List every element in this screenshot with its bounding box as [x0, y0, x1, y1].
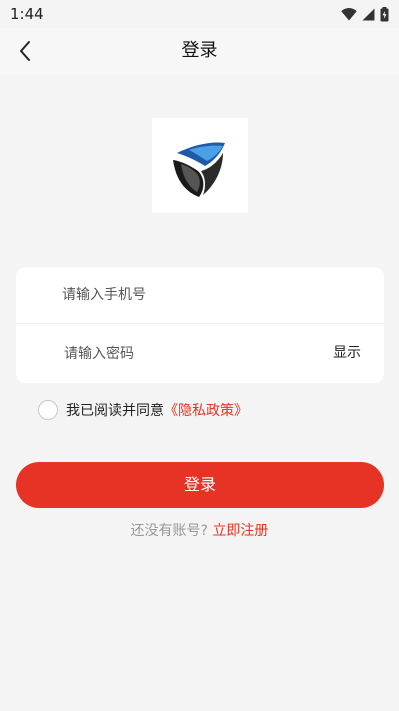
battery-icon	[380, 6, 389, 21]
agreement-row: 我已阅读并同意 《隐私政策》	[38, 399, 248, 421]
login-form: 显示	[16, 267, 384, 383]
password-row: 显示	[16, 325, 384, 382]
status-time: 1:44	[10, 5, 44, 23]
page-title: 登录	[181, 40, 218, 61]
agreement-checkbox[interactable]	[38, 400, 58, 420]
agreement-text: 我已阅读并同意	[66, 403, 164, 419]
phone-row	[16, 267, 384, 324]
shield-logo	[173, 141, 225, 197]
phone-input[interactable]	[62, 280, 352, 310]
password-input[interactable]	[64, 338, 314, 369]
register-question: 还没有账号?	[130, 523, 208, 539]
login-button[interactable]: 登录	[16, 462, 384, 508]
status-bar: 1:44	[0, 0, 399, 28]
privacy-policy-link[interactable]: 《隐私政策》	[164, 400, 248, 420]
nav-bar: 登录	[0, 28, 399, 74]
app-logo	[152, 118, 248, 213]
register-row: 还没有账号? 立即注册	[0, 520, 399, 540]
status-icons	[341, 6, 389, 22]
signal-icon	[362, 8, 375, 20]
show-password-button[interactable]: 显示	[333, 325, 361, 382]
register-link[interactable]: 立即注册	[212, 523, 268, 539]
wifi-icon	[341, 7, 357, 20]
